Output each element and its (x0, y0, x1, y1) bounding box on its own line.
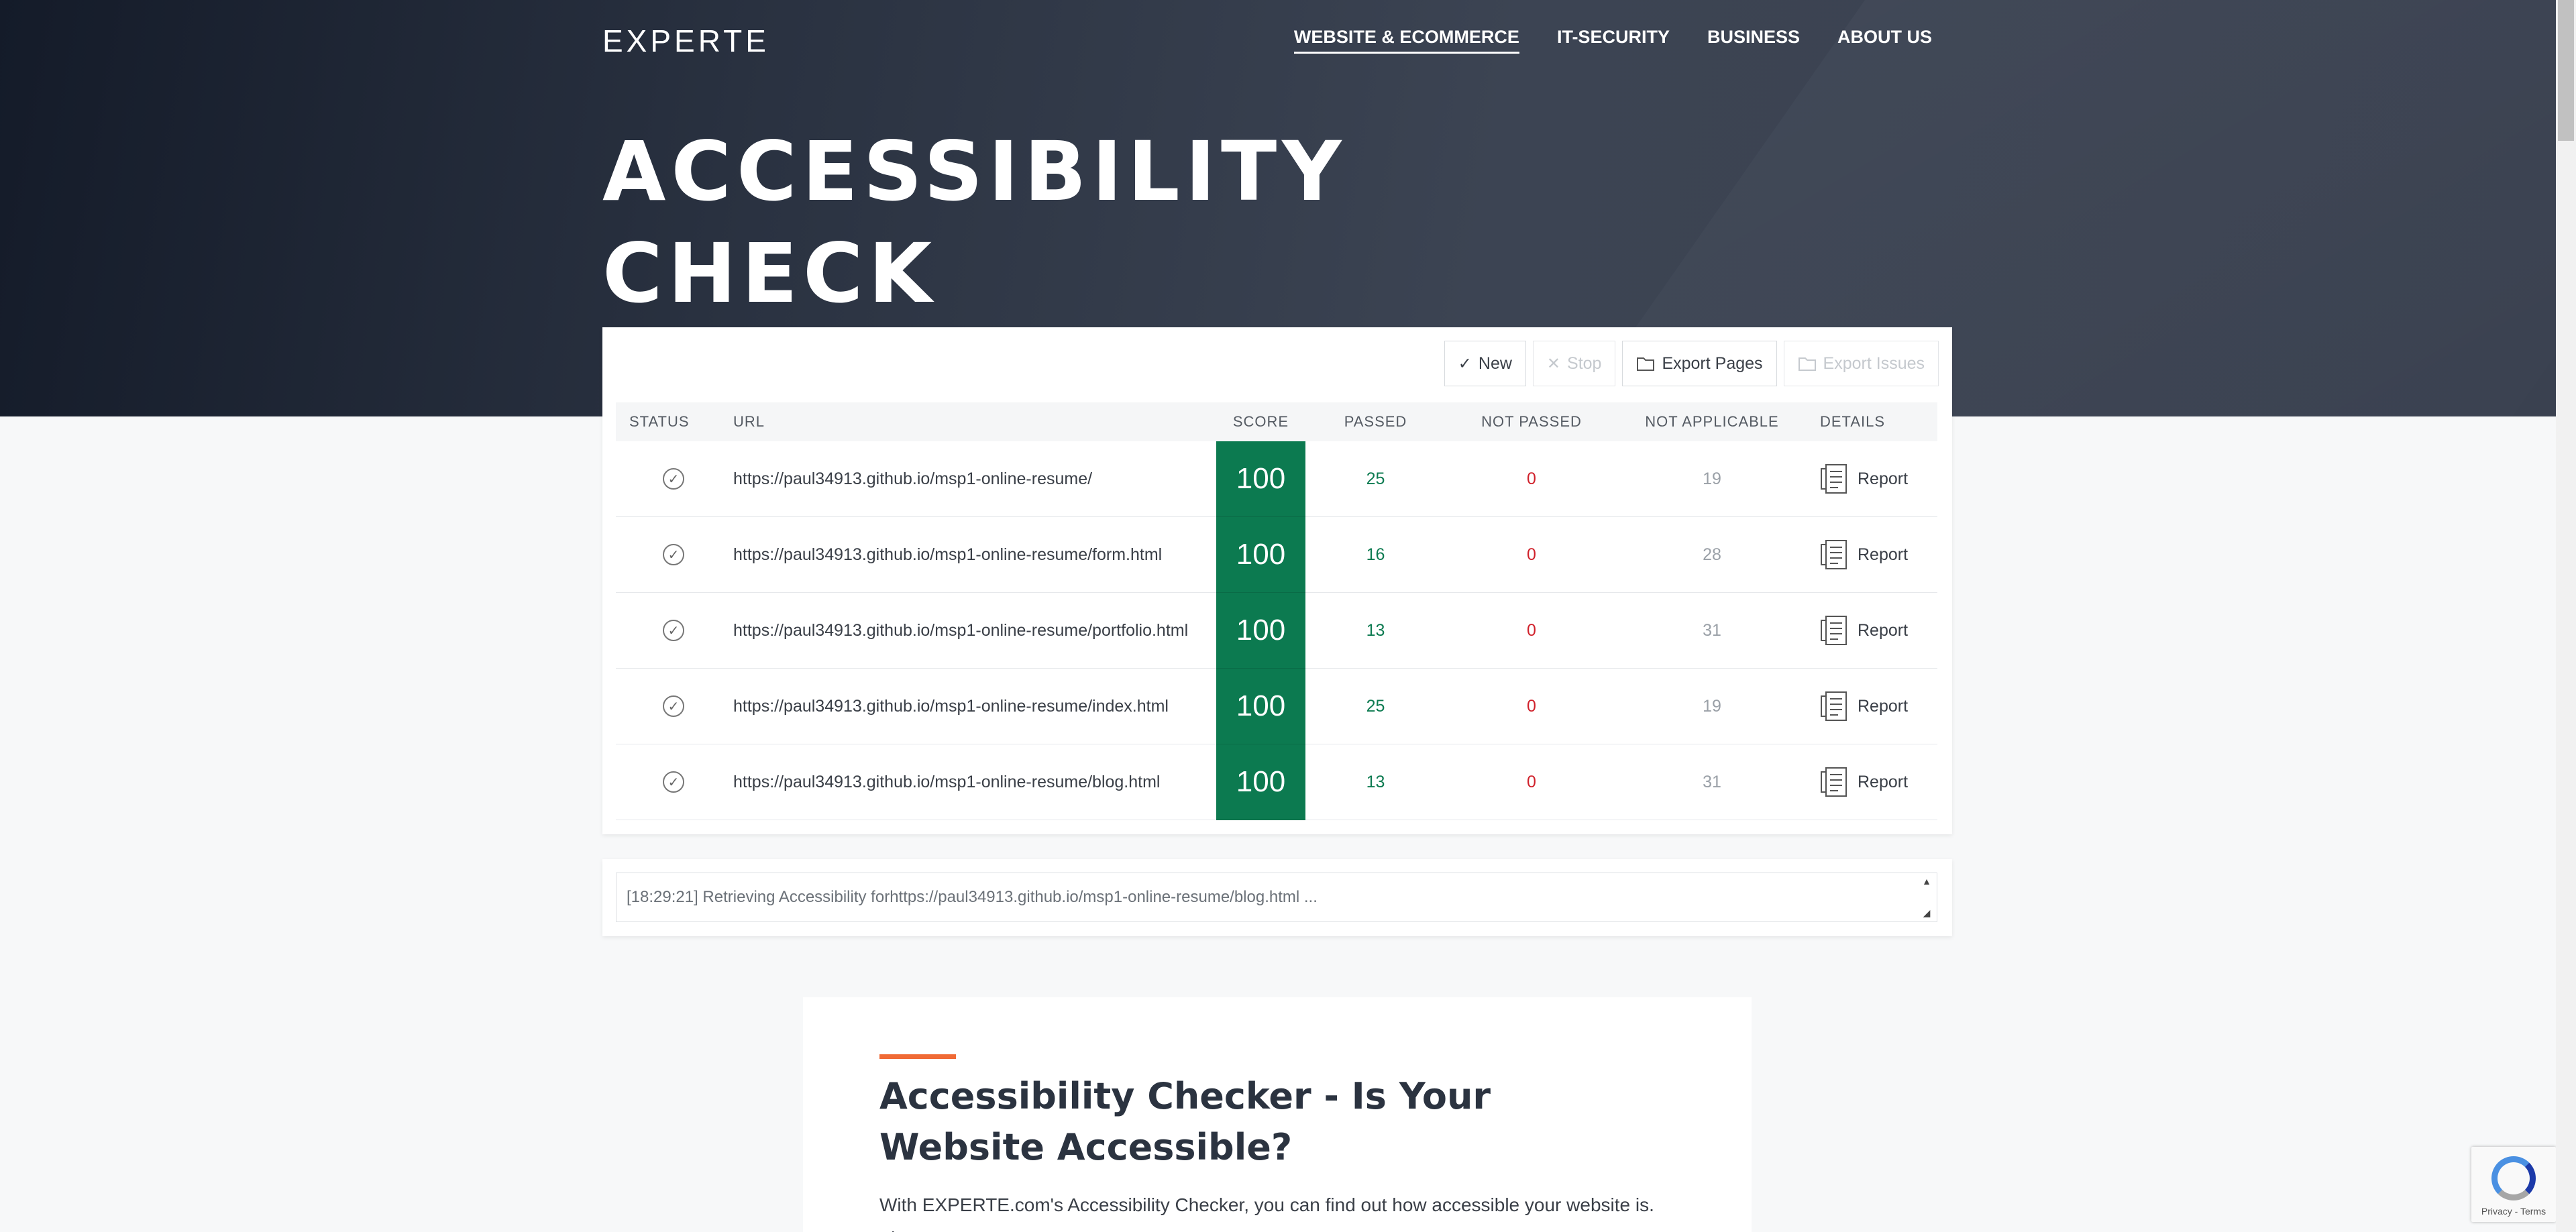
export-pages-label: Export Pages (1662, 353, 1763, 373)
row-not-passed: 0 (1527, 545, 1536, 564)
header-url: URL (733, 413, 765, 430)
row-passed: 25 (1366, 469, 1385, 488)
score-badge: 100 (1216, 592, 1305, 669)
check-circle-icon: ✓ (663, 695, 684, 717)
report-label: Report (1858, 696, 1909, 716)
logo[interactable]: EXPERTE (602, 23, 769, 59)
export-issues-label: Export Issues (1823, 353, 1925, 373)
toolbar: ✓ New ✕ Stop Export Pages Export Issues (1444, 341, 1939, 386)
row-passed: 13 (1366, 772, 1385, 791)
report-link[interactable]: Report (1807, 615, 1937, 646)
main-nav: WEBSITE & ECOMMERCE IT-SECURITY BUSINESS… (1293, 27, 1932, 54)
chevron-up-icon[interactable]: ▲ (1922, 876, 1931, 887)
accent-bar (879, 1054, 956, 1059)
row-not-passed: 0 (1527, 772, 1536, 791)
row-passed: 13 (1366, 620, 1385, 640)
row-not-passed: 0 (1527, 696, 1536, 716)
table-row: ✓ https://paul34913.github.io/msp1-onlin… (616, 668, 1937, 744)
row-not-applicable: 19 (1703, 696, 1721, 716)
row-url: https://paul34913.github.io/msp1-online-… (733, 696, 1169, 716)
row-passed: 16 (1366, 545, 1385, 564)
check-circle-icon: ✓ (663, 544, 684, 565)
report-icon (1821, 464, 1847, 494)
results-table: STATUS URL SCORE PASSED NOT PASSED NOT A… (616, 402, 1937, 820)
folder-icon (1798, 357, 1816, 371)
row-url: https://paul34913.github.io/msp1-online-… (733, 620, 1189, 640)
new-button-label: New (1478, 353, 1512, 373)
table-header: STATUS URL SCORE PASSED NOT PASSED NOT A… (616, 402, 1937, 441)
nav-business[interactable]: BUSINESS (1707, 27, 1800, 54)
log-card: [18:29:21] Retrieving Accessibility forh… (602, 859, 1952, 936)
stop-button[interactable]: ✕ Stop (1532, 341, 1616, 386)
report-label: Report (1858, 772, 1909, 791)
report-icon (1821, 691, 1847, 721)
row-url: https://paul34913.github.io/msp1-online-… (733, 545, 1163, 564)
report-link[interactable]: Report (1807, 767, 1937, 797)
row-url: https://paul34913.github.io/msp1-online-… (733, 469, 1093, 488)
row-not-applicable: 31 (1703, 772, 1721, 791)
scrollbar-thumb[interactable] (2558, 0, 2574, 141)
recaptcha-badge[interactable]: Privacy - Terms (2471, 1147, 2556, 1222)
header-not-applicable: NOT APPLICABLE (1645, 413, 1779, 430)
row-passed: 25 (1366, 696, 1385, 716)
row-not-passed: 0 (1527, 469, 1536, 488)
close-icon: ✕ (1546, 354, 1561, 373)
table-row: ✓ https://paul34913.github.io/msp1-onlin… (616, 592, 1937, 669)
row-url: https://paul34913.github.io/msp1-online-… (733, 772, 1161, 791)
report-link[interactable]: Report (1807, 691, 1937, 722)
check-circle-icon: ✓ (663, 468, 684, 490)
export-issues-button[interactable]: Export Issues (1783, 341, 1939, 386)
row-not-applicable: 28 (1703, 545, 1721, 564)
log-textarea[interactable]: [18:29:21] Retrieving Accessibility forh… (616, 873, 1937, 922)
report-link[interactable]: Report (1807, 539, 1937, 570)
stop-button-label: Stop (1567, 353, 1602, 373)
check-icon: ✓ (1458, 354, 1472, 373)
row-not-applicable: 19 (1703, 469, 1721, 488)
article-card: Accessibility Checker - Is Your Website … (803, 997, 1752, 1232)
row-not-passed: 0 (1527, 620, 1536, 640)
export-pages-button[interactable]: Export Pages (1622, 341, 1777, 386)
log-text: [18:29:21] Retrieving Accessibility forh… (627, 888, 1318, 906)
score-badge: 100 (1216, 441, 1305, 517)
score-badge: 100 (1216, 668, 1305, 744)
nav-website-ecommerce[interactable]: WEBSITE & ECOMMERCE (1293, 27, 1519, 54)
new-button[interactable]: ✓ New (1444, 341, 1526, 386)
folder-icon (1637, 357, 1655, 371)
score-badge: 100 (1216, 516, 1305, 593)
report-icon (1821, 767, 1847, 797)
score-badge: 100 (1216, 744, 1305, 820)
report-icon (1821, 540, 1847, 569)
log-scrollbar[interactable]: ▲ ◢ (1919, 876, 1934, 919)
row-not-applicable: 31 (1703, 620, 1721, 640)
recaptcha-links[interactable]: Privacy - Terms (2471, 1206, 2556, 1217)
recaptcha-icon (2491, 1156, 2536, 1200)
nav-it-security[interactable]: IT-SECURITY (1557, 27, 1670, 54)
table-row: ✓ https://paul34913.github.io/msp1-onlin… (616, 516, 1937, 593)
header-details: DETAILS (1820, 413, 1886, 430)
header-not-passed: NOT PASSED (1481, 413, 1582, 430)
report-label: Report (1858, 545, 1909, 564)
nav-about-us[interactable]: ABOUT US (1837, 27, 1932, 54)
header-passed: PASSED (1344, 413, 1407, 430)
header-score: SCORE (1232, 413, 1289, 430)
report-label: Report (1858, 469, 1909, 488)
page-scrollbar[interactable] (2556, 0, 2576, 1232)
report-icon (1821, 616, 1847, 645)
check-circle-icon: ✓ (663, 771, 684, 793)
report-link[interactable]: Report (1807, 463, 1937, 494)
results-card: ✓ New ✕ Stop Export Pages Export Issues … (602, 327, 1952, 834)
resize-handle-icon[interactable]: ◢ (1923, 907, 1931, 919)
report-label: Report (1858, 620, 1909, 640)
header-status: STATUS (629, 413, 690, 430)
check-circle-icon: ✓ (663, 620, 684, 641)
article-title: Accessibility Checker - Is Your Website … (879, 1075, 1491, 1168)
table-row: ✓ https://paul34913.github.io/msp1-onlin… (616, 744, 1937, 820)
table-row: ✓ https://paul34913.github.io/msp1-onlin… (616, 441, 1937, 517)
article-text: With EXPERTE.com's Accessibility Checker… (879, 1194, 1654, 1232)
page-title: ACCESSIBILITY CHECK (602, 124, 1347, 321)
